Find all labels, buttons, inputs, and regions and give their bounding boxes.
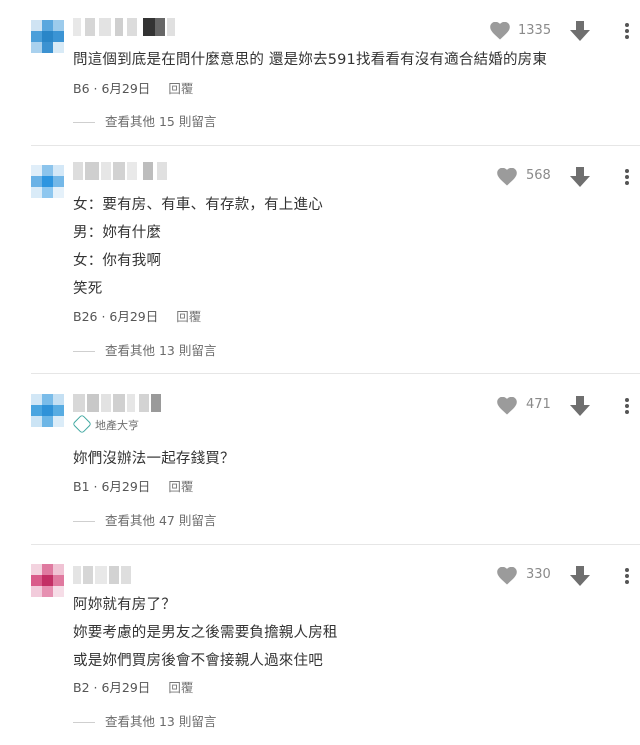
comment-meta: B1 · 6月29日 回覆 (73, 479, 194, 494)
comment-text-line: 笑死 (73, 281, 103, 297)
avatar[interactable] (31, 165, 64, 198)
comment-divider (31, 145, 640, 146)
view-more-replies-label: 查看其他 47 則留言 (105, 513, 217, 528)
comment-text-line: 問這個到底是在問什麼意思的 還是妳去591找看看有沒有適合結婚的房東 (73, 52, 548, 68)
comment-text-line: 妳們沒辦法一起存錢買？ (73, 451, 235, 467)
divider-dash (73, 722, 95, 723)
view-more-replies-label: 查看其他 15 則留言 (105, 114, 217, 129)
avatar[interactable] (31, 394, 64, 427)
divider-dash (73, 521, 95, 522)
more-options-icon[interactable] (622, 167, 632, 187)
like-count: 568 (526, 168, 551, 183)
view-more-replies-label: 查看其他 13 則留言 (105, 343, 217, 358)
view-more-replies-label: 查看其他 13 則留言 (105, 714, 217, 729)
downvote-arrow-icon[interactable] (570, 566, 590, 586)
view-more-replies[interactable]: 查看其他 13 則留言 (73, 340, 216, 359)
floor-number: B2 (73, 680, 90, 695)
comment-text-line: 或是妳們買房後會不會接親人過來住吧 (73, 653, 323, 669)
view-more-replies[interactable]: 查看其他 15 則留言 (73, 111, 216, 130)
badge-icon (72, 414, 92, 434)
floor-number: B1 (73, 479, 90, 494)
divider-dash (73, 351, 95, 352)
reply-button[interactable]: 回覆 (168, 81, 193, 96)
more-options-icon[interactable] (622, 396, 632, 416)
comment-meta: B2 · 6月29日 回覆 (73, 680, 194, 695)
comment-date: 6月29日 (101, 479, 151, 494)
comment-text-line: 女：你有我啊 (73, 253, 162, 269)
comment-date: 6月29日 (109, 309, 159, 324)
avatar[interactable] (31, 20, 64, 53)
comment-date: 6月29日 (101, 81, 151, 96)
badge-label: 地產大亨 (95, 419, 139, 432)
comment-text-line: 男：妳有什麼 (73, 225, 162, 241)
reply-button[interactable]: 回覆 (176, 309, 201, 324)
like-heart-icon[interactable] (497, 168, 517, 186)
like-heart-icon[interactable] (497, 397, 517, 415)
more-options-icon[interactable] (622, 21, 632, 41)
like-count: 471 (526, 397, 551, 412)
divider-dash (73, 122, 95, 123)
reply-button[interactable]: 回覆 (168, 680, 193, 695)
more-options-icon[interactable] (622, 566, 632, 586)
floor-number: B6 (73, 81, 90, 96)
like-count: 1335 (518, 23, 552, 38)
view-more-replies[interactable]: 查看其他 47 則留言 (73, 510, 216, 529)
avatar[interactable] (31, 564, 64, 597)
downvote-arrow-icon[interactable] (570, 21, 590, 41)
like-heart-icon[interactable] (490, 22, 510, 40)
comment-divider (31, 544, 640, 545)
comment-divider (31, 373, 640, 374)
floor-number: B26 (73, 309, 98, 324)
comment-meta: B26 · 6月29日 回覆 (73, 309, 202, 324)
comment-text-line: 妳要考慮的是男友之後需要負擔親人房租 (73, 625, 338, 641)
view-more-replies[interactable]: 查看其他 13 則留言 (73, 711, 216, 730)
comment-text-line: 阿妳就有房了？ (73, 597, 176, 613)
reply-button[interactable]: 回覆 (168, 479, 193, 494)
comment-meta: B6 · 6月29日 回覆 (73, 81, 194, 96)
comment-text-line: 女：要有房、有車、有存款，有上進心 (73, 197, 323, 213)
like-count: 330 (526, 567, 551, 582)
comment-date: 6月29日 (101, 680, 151, 695)
like-heart-icon[interactable] (497, 567, 517, 585)
downvote-arrow-icon[interactable] (570, 396, 590, 416)
user-badge: 地產大亨 (72, 414, 139, 434)
downvote-arrow-icon[interactable] (570, 167, 590, 187)
